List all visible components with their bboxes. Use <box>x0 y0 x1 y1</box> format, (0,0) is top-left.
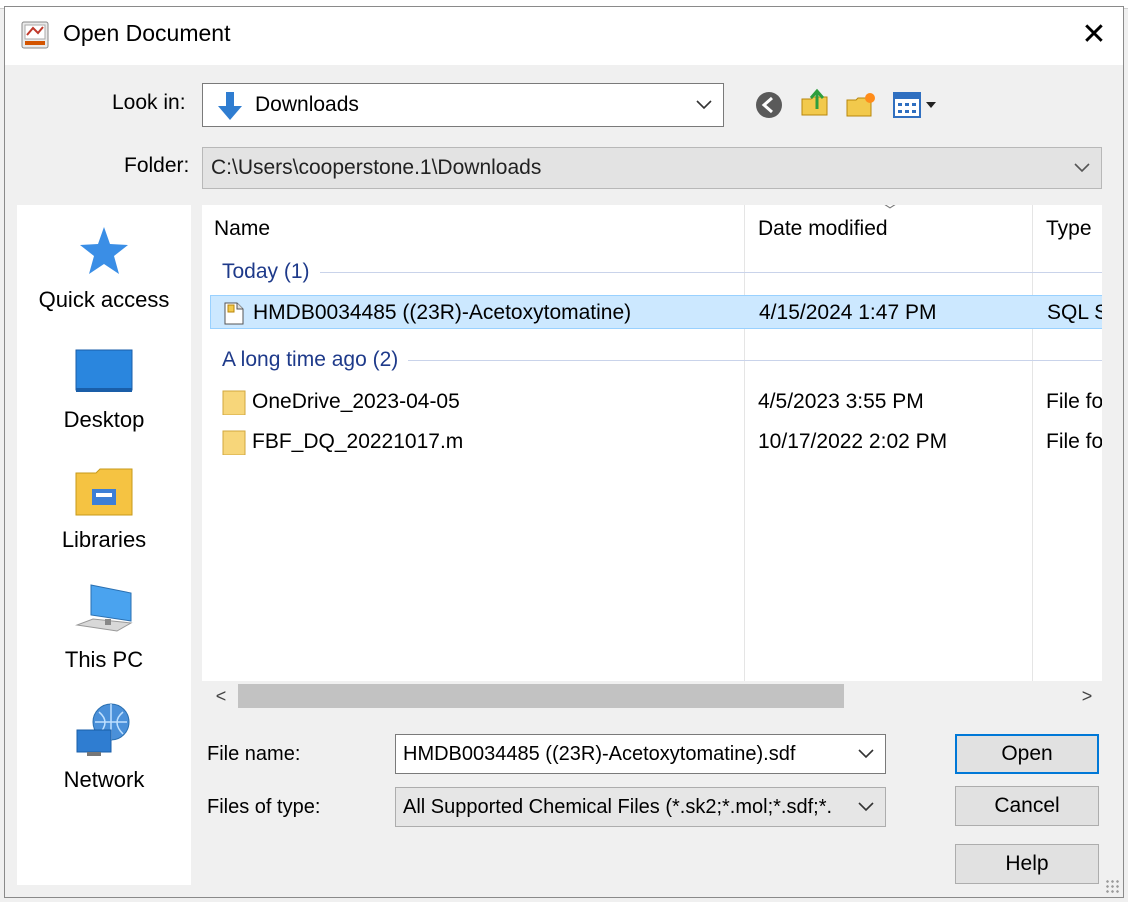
place-label: Libraries <box>61 527 147 552</box>
libraries-icon <box>75 468 133 516</box>
scrollbar-thumb[interactable] <box>238 684 844 708</box>
new-folder-button[interactable] <box>845 89 877 121</box>
group-header[interactable]: Today (1) <box>222 257 1102 287</box>
file-type-label: Files of type: <box>207 796 321 818</box>
place-label: Network <box>63 767 145 792</box>
place-this-pc[interactable]: This PC <box>17 583 191 693</box>
column-header-name[interactable]: Name <box>214 205 734 253</box>
group-title: A long time ago (2) <box>222 348 399 371</box>
document-icon <box>224 302 244 325</box>
file-type-value: All Supported Chemical Files (*.sk2;*.mo… <box>403 795 833 818</box>
place-label: Quick access <box>38 287 170 312</box>
group-divider <box>408 359 1102 361</box>
place-quick-access[interactable]: Quick access <box>17 223 191 333</box>
folder-path-combo[interactable]: C:\Users\cooperstone.1\Downloads <box>202 147 1102 189</box>
computer-icon <box>75 584 133 632</box>
chevron-down-icon <box>693 84 715 126</box>
scroll-left-arrow-icon[interactable]: < <box>206 681 236 711</box>
file-type-cell: File fo <box>1046 430 1102 453</box>
sort-indicator-icon: ﹀ <box>882 205 899 220</box>
file-name-cell: OneDrive_2023-04-05 <box>252 390 460 413</box>
file-type-select[interactable]: All Supported Chemical Files (*.sk2;*.mo… <box>395 787 886 827</box>
file-row[interactable]: HMDB0034485 ((23R)-Acetoxytomatine) 4/15… <box>210 295 1102 329</box>
up-folder-button[interactable] <box>799 87 831 119</box>
look-in-value: Downloads <box>255 93 359 116</box>
look-in-combo[interactable]: Downloads <box>202 83 724 127</box>
file-list: Name Date modified ﹀ Type Today (1) HMDB… <box>202 205 1102 681</box>
view-menu-button[interactable] <box>891 89 943 121</box>
resize-grip[interactable] <box>1105 879 1119 893</box>
group-divider <box>319 271 1102 273</box>
horizontal-scrollbar[interactable]: < > <box>202 681 1102 711</box>
folder-label: Folder: <box>124 154 190 177</box>
file-name-label: File name: <box>207 743 301 765</box>
file-name-value: HMDB0034485 ((23R)-Acetoxytomatine).sdf <box>403 742 796 765</box>
file-date-cell: 10/17/2022 2:02 PM <box>758 430 948 453</box>
places-bar: Quick access Desktop Libraries This PC N… <box>17 205 191 885</box>
chevron-down-icon[interactable] <box>855 735 877 773</box>
folder-icon <box>222 430 246 455</box>
back-button[interactable] <box>753 89 785 121</box>
cancel-button[interactable]: Cancel <box>955 786 1099 826</box>
group-title: Today (1) <box>222 260 310 283</box>
place-network[interactable]: Network <box>17 703 191 813</box>
place-label: Desktop <box>63 407 145 432</box>
help-button[interactable]: Help <box>955 844 1099 884</box>
chevron-down-icon <box>1071 148 1093 188</box>
place-desktop[interactable]: Desktop <box>17 343 191 453</box>
title-bar: Open Document ✕ <box>5 7 1123 65</box>
folder-path-value: C:\Users\cooperstone.1\Downloads <box>211 156 542 179</box>
open-document-dialog: Open Document ✕ Look in: Downloads Folde… <box>4 6 1124 898</box>
group-header[interactable]: A long time ago (2) <box>222 345 1102 375</box>
star-icon <box>80 227 128 274</box>
file-type-cell: File fo <box>1046 390 1102 413</box>
column-header-type[interactable]: Type <box>1046 205 1102 253</box>
open-button[interactable]: Open <box>955 734 1099 774</box>
file-name-cell: HMDB0034485 ((23R)-Acetoxytomatine) <box>253 301 632 324</box>
network-icon <box>76 703 130 756</box>
place-label: This PC <box>64 647 144 672</box>
scroll-right-arrow-icon[interactable]: > <box>1072 681 1102 711</box>
file-date-cell: 4/5/2023 3:55 PM <box>758 390 924 413</box>
app-icon <box>21 21 49 49</box>
file-date-cell: 4/15/2024 1:47 PM <box>759 301 937 324</box>
dialog-title: Open Document <box>63 20 231 46</box>
close-icon: ✕ <box>1081 17 1107 51</box>
look-in-label: Look in: <box>112 91 186 114</box>
close-button[interactable]: ✕ <box>1071 11 1117 57</box>
folder-icon <box>222 390 246 415</box>
new-folder-icon <box>846 93 875 117</box>
file-name-input[interactable]: HMDB0034485 ((23R)-Acetoxytomatine).sdf <box>395 734 886 774</box>
file-type-cell: SQL S <box>1047 301 1102 324</box>
file-name-cell: FBF_DQ_20221017.m <box>252 430 464 453</box>
desktop-icon <box>75 349 133 392</box>
back-icon <box>756 92 782 118</box>
up-folder-icon <box>801 88 828 116</box>
place-libraries[interactable]: Libraries <box>17 463 191 573</box>
download-arrow-icon <box>218 92 242 120</box>
file-row[interactable]: OneDrive_2023-04-05 4/5/2023 3:55 PM Fil… <box>210 385 1102 419</box>
chevron-down-icon <box>855 788 877 826</box>
view-menu-icon <box>893 92 936 118</box>
file-row[interactable]: FBF_DQ_20221017.m 10/17/2022 2:02 PM Fil… <box>210 425 1102 459</box>
